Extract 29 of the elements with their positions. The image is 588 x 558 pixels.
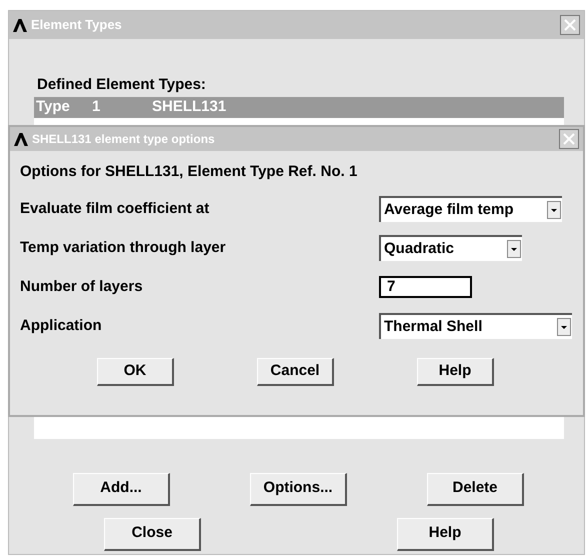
caret-icon: [547, 201, 561, 219]
dialog-button[interactable]: Options...: [250, 472, 347, 506]
list-label: Defined Element Types:: [36, 75, 207, 95]
input-field[interactable]: 7: [379, 276, 472, 298]
window-title: Element Types: [31, 16, 123, 34]
dialog-button[interactable]: Cancel: [257, 358, 334, 386]
dropdown[interactable]: Average film temp: [379, 196, 562, 222]
dialog-button[interactable]: Help: [417, 358, 494, 386]
dialog-button[interactable]: Add...: [73, 472, 170, 506]
caret-icon: [507, 240, 521, 258]
dialog-heading: Options for SHELL131, Element Type Ref. No. 1: [20, 162, 358, 182]
field-label: Application: [20, 316, 103, 336]
dropdown[interactable]: Thermal Shell: [379, 313, 572, 339]
dialog-button[interactable]: Close: [104, 518, 201, 550]
dropdown[interactable]: Quadratic: [379, 235, 522, 261]
close-button[interactable]: [559, 129, 579, 149]
dialog-button[interactable]: Delete: [427, 472, 524, 506]
logo-icon: [14, 132, 28, 146]
close-icon: [564, 19, 576, 31]
dialog-title: SHELL131 element type options: [32, 131, 216, 148]
dialog-button[interactable]: Help: [397, 518, 494, 550]
field-label: Temp variation through layer: [20, 238, 227, 258]
caret-icon: [557, 318, 571, 336]
logo-icon: [13, 18, 27, 32]
dialog-button[interactable]: OK: [97, 358, 174, 386]
field-label: Number of layers: [20, 276, 144, 297]
close-button[interactable]: [560, 15, 580, 35]
close-icon: [563, 133, 575, 145]
field-label: Evaluate film coefficient at: [20, 198, 210, 219]
